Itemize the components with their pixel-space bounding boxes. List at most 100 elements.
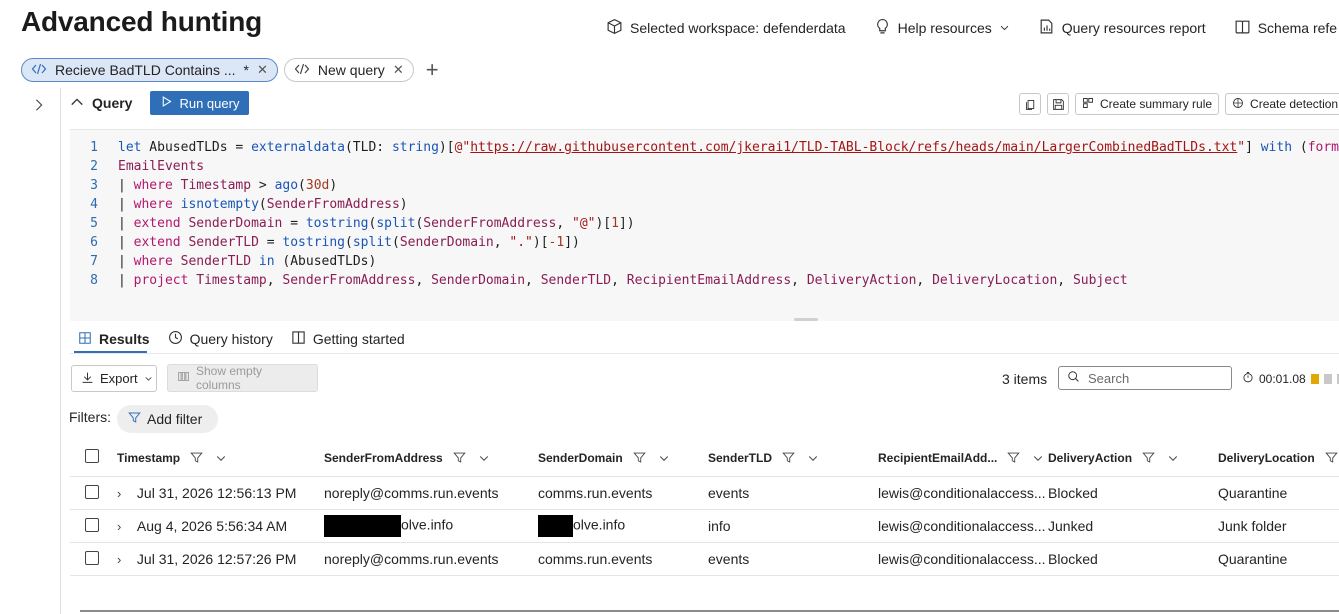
- row-checkbox[interactable]: [85, 550, 99, 565]
- results-tabs: Results Query history Getting started: [78, 328, 405, 350]
- tab-getting-started[interactable]: Getting started: [291, 328, 405, 350]
- create-summary-rule-button[interactable]: Create summary rule: [1075, 93, 1220, 115]
- expand-sidebar-icon[interactable]: [32, 96, 46, 117]
- column-header[interactable]: SenderFromAddress: [324, 451, 538, 465]
- book-icon: [1234, 18, 1251, 38]
- cell-tld: events: [708, 476, 878, 510]
- cell-sender: noreply@comms.run.events: [324, 476, 538, 510]
- chevron-down-icon: [808, 455, 818, 461]
- tab-results-label: Results: [99, 331, 150, 347]
- tab-getting-started-label: Getting started: [312, 331, 405, 347]
- editor-resize-handle[interactable]: [794, 318, 818, 321]
- search-input[interactable]: Search: [1058, 366, 1232, 390]
- sidebar-divider: [60, 88, 61, 614]
- tab-label: New query: [317, 62, 385, 78]
- code-line: 2 EmailEvents: [90, 159, 205, 174]
- expand-row-icon[interactable]: ›: [117, 486, 121, 501]
- query-timer: 00:01.08: [1242, 371, 1339, 386]
- table-header-row: Timestamp SenderFromAddress SenderDomain…: [70, 439, 1339, 477]
- results-divider: [70, 353, 1339, 354]
- column-header-label: RecipientEmailAdd...: [878, 450, 998, 465]
- modified-indicator: *: [243, 62, 249, 78]
- cell-sender: noreply@comms.run.events: [324, 542, 538, 576]
- column-header[interactable]: DeliveryLocation: [1218, 451, 1339, 465]
- filter-icon: [1142, 452, 1155, 463]
- column-header[interactable]: RecipientEmailAdd...: [878, 451, 1048, 465]
- column-header[interactable]: DeliveryAction: [1048, 451, 1218, 465]
- row-checkbox[interactable]: [85, 484, 99, 499]
- filter-icon: [1007, 452, 1021, 463]
- chevron-up-icon: [70, 95, 84, 112]
- tab-results[interactable]: Results: [78, 328, 150, 350]
- column-header[interactable]: Timestamp: [117, 451, 324, 465]
- code-line: 5 | extend SenderDomain = tostring(split(…: [90, 216, 635, 231]
- table-row[interactable]: › Jul 31, 2026 12:57:26 PM noreply@comms…: [70, 542, 1339, 576]
- expand-row-icon[interactable]: ›: [117, 552, 121, 567]
- schema-reference-label: Schema refe: [1257, 20, 1338, 36]
- cell-action: Junked: [1048, 509, 1218, 543]
- add-tab-icon[interactable]: +: [426, 57, 439, 83]
- columns-icon: [177, 370, 190, 386]
- save-icon[interactable]: [1047, 93, 1069, 115]
- show-empty-columns-button[interactable]: Show empty columns: [167, 364, 318, 392]
- cell-tld: info: [708, 509, 878, 543]
- help-resources-label: Help resources: [897, 20, 992, 36]
- column-header[interactable]: SenderTLD: [708, 451, 878, 465]
- code-line: 8 | project Timestamp, SenderFromAddress,…: [90, 273, 1128, 288]
- select-all-checkbox[interactable]: [85, 449, 99, 463]
- lightbulb-icon: [874, 18, 891, 38]
- column-header-label: SenderFromAddress: [324, 450, 443, 465]
- tab-query-history[interactable]: Query history: [168, 328, 273, 350]
- code-line: 7 | where SenderTLD in (AbusedTLDs): [90, 254, 377, 269]
- table-row[interactable]: › Aug 4, 2026 5:56:34 AM olve.info olve.…: [70, 509, 1339, 543]
- query-section-toggle[interactable]: Query: [70, 95, 132, 112]
- create-summary-rule-label: Create summary rule: [1100, 97, 1213, 111]
- cell-domain: comms.run.events: [538, 476, 708, 510]
- add-filter-button[interactable]: Add filter: [117, 405, 218, 433]
- cell-recipient: lewis@conditionalaccess...: [878, 476, 1048, 510]
- query-resources-report-button[interactable]: Query resources report: [1038, 18, 1206, 38]
- expand-row-icon[interactable]: ›: [117, 519, 121, 534]
- horizontal-scrollbar[interactable]: [80, 610, 1339, 612]
- resource-usage-bar: [1323, 373, 1332, 384]
- query-editor[interactable]: 1 let AbusedTLDs = externaldata(TLD: stri…: [70, 129, 1339, 321]
- export-button[interactable]: Export: [71, 365, 157, 392]
- tab-recieve-badtld[interactable]: Recieve BadTLD Contains ... * ✕: [21, 58, 278, 82]
- cell-timestamp: Jul 31, 2026 12:56:13 PM: [136, 485, 297, 501]
- chevron-down-icon: [999, 20, 1010, 36]
- summary-rule-icon: [1082, 97, 1094, 112]
- query-actions: Create summary rule Create detection: [1019, 93, 1339, 115]
- create-detection-button[interactable]: Create detection: [1225, 93, 1339, 115]
- clock-icon: [168, 330, 183, 348]
- workspace-label: Selected workspace: defenderdata: [630, 20, 846, 36]
- column-header-label: SenderTLD: [708, 450, 773, 465]
- active-tab-indicator: [74, 351, 147, 353]
- resource-usage-bar: [1310, 373, 1319, 384]
- chevron-down-icon: [144, 371, 153, 386]
- tab-new-query[interactable]: New query ✕: [283, 58, 414, 82]
- top-links: Selected workspace: defenderdata Help re…: [606, 18, 1339, 38]
- cell-action: Blocked: [1048, 542, 1218, 576]
- create-detection-label: Create detection: [1250, 97, 1339, 111]
- help-resources-button[interactable]: Help resources: [874, 18, 1010, 38]
- table-row[interactable]: › Jul 31, 2026 12:56:13 PM noreply@comms…: [70, 476, 1339, 510]
- play-icon: [160, 95, 173, 111]
- code-line: 4 | where isnotempty(SenderFromAddress): [90, 197, 408, 212]
- column-header[interactable]: SenderDomain: [538, 451, 708, 465]
- cell-domain: olve.info: [573, 516, 626, 533]
- detection-icon: [1232, 97, 1244, 112]
- items-count: 3 items: [1002, 371, 1048, 387]
- add-filter-label: Add filter: [147, 411, 203, 427]
- schema-reference-button[interactable]: Schema refe: [1234, 18, 1337, 38]
- close-icon[interactable]: ✕: [257, 62, 268, 78]
- book-icon: [291, 330, 306, 348]
- run-query-button[interactable]: Run query: [150, 91, 250, 115]
- code-block[interactable]: 1 let AbusedTLDs = externaldata(TLD: stri…: [70, 138, 1339, 290]
- workspace-selector[interactable]: Selected workspace: defenderdata: [606, 18, 846, 38]
- close-icon[interactable]: ✕: [393, 62, 404, 78]
- copy-icon[interactable]: [1019, 93, 1041, 115]
- redaction-block: [324, 515, 401, 537]
- row-checkbox[interactable]: [85, 517, 99, 532]
- code-line: 1 let AbusedTLDs = externaldata(TLD: stri…: [90, 140, 1339, 155]
- tab-query-history-label: Query history: [189, 331, 273, 347]
